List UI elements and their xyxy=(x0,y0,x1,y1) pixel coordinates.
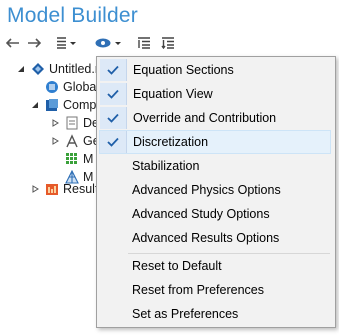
model-builder-title: Model Builder xyxy=(7,4,138,27)
checkmark-icon xyxy=(100,107,127,129)
checkmark-icon xyxy=(100,83,127,105)
menu-separator xyxy=(128,253,330,254)
collapse-all-icon[interactable] xyxy=(161,35,175,51)
tree-node-geometry[interactable]: Ge xyxy=(50,132,100,150)
materials-icon xyxy=(64,151,80,167)
global-definitions-icon xyxy=(44,79,60,95)
component-icon xyxy=(44,97,60,113)
tree-label-results: Result xyxy=(63,182,99,196)
model-file-icon xyxy=(30,61,46,77)
collapsed-triangle-icon[interactable] xyxy=(50,118,60,128)
tree-node-results[interactable]: Result xyxy=(30,180,98,198)
geometry-icon xyxy=(64,133,80,149)
menu-item-equation-sections[interactable]: Equation Sections xyxy=(100,59,330,81)
forward-arrow-icon[interactable] xyxy=(27,35,41,51)
menu-item-reset-from-preferences[interactable]: Reset from Preferences xyxy=(100,279,330,301)
collapsed-triangle-icon[interactable] xyxy=(30,184,40,194)
menu-item-stabilization[interactable]: Stabilization xyxy=(100,155,330,177)
menu-item-advanced-physics-options[interactable]: Advanced Physics Options xyxy=(100,179,330,201)
view-eye-icon[interactable] xyxy=(95,35,123,51)
expanded-triangle-icon[interactable] xyxy=(16,64,26,74)
results-icon xyxy=(44,181,60,197)
menu-item-set-as-preferences[interactable]: Set as Preferences xyxy=(100,303,330,325)
checkmark-icon xyxy=(100,131,127,153)
tree-label-component: Comp xyxy=(63,98,97,112)
tree-node-global[interactable]: Globa xyxy=(30,78,96,96)
tree-node-definitions[interactable]: De xyxy=(50,114,99,132)
view-dropdown-menu: Equation Sections Equation View Override… xyxy=(96,56,336,328)
tree-node-component[interactable]: Comp xyxy=(30,96,96,114)
tree-node-materials[interactable]: M xyxy=(64,150,93,168)
expand-all-icon[interactable] xyxy=(137,35,151,51)
expanded-triangle-icon[interactable] xyxy=(30,100,40,110)
definitions-icon xyxy=(64,115,80,131)
tree-label-materials: M xyxy=(83,152,94,166)
menu-item-discretization[interactable]: Discretization xyxy=(99,130,331,154)
menu-item-equation-view[interactable]: Equation View xyxy=(100,83,330,105)
show-list-icon[interactable] xyxy=(56,35,78,51)
menu-item-advanced-study-options[interactable]: Advanced Study Options xyxy=(100,203,330,225)
back-arrow-icon[interactable] xyxy=(6,35,20,51)
checkmark-icon xyxy=(100,59,127,81)
menu-item-advanced-results-options[interactable]: Advanced Results Options xyxy=(100,227,330,249)
tree-label-global: Globa xyxy=(63,80,97,94)
menu-item-reset-to-default[interactable]: Reset to Default xyxy=(100,255,330,277)
menu-item-override-and-contribution[interactable]: Override and Contribution xyxy=(100,107,330,129)
tree-node-root[interactable]: Untitled.m xyxy=(16,60,105,78)
collapsed-triangle-icon[interactable] xyxy=(50,136,60,146)
